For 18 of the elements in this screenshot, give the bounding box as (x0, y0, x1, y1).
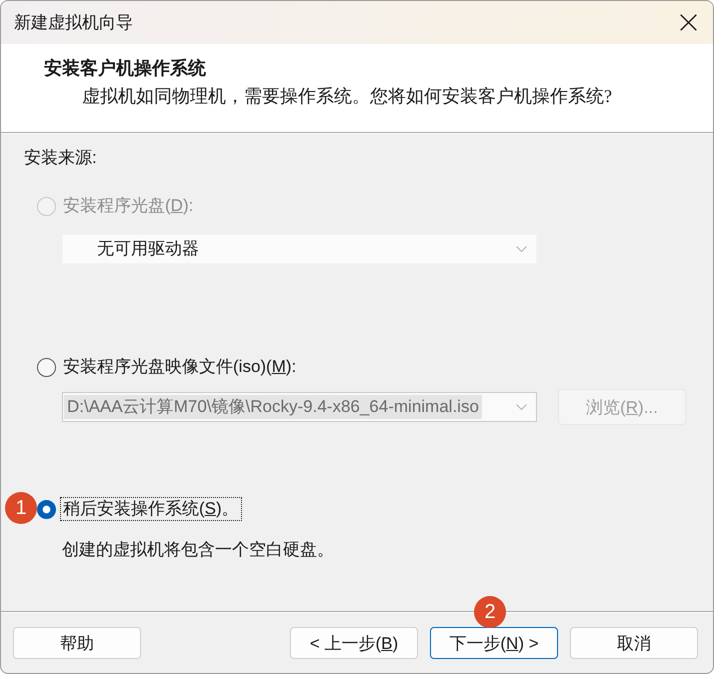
option-description: 创建的虚拟机将包含一个空白硬盘。 (62, 539, 335, 561)
radio-label[interactable]: 稍后安装操作系统(S)。 (60, 497, 242, 521)
section-label: 安装来源: (24, 147, 98, 169)
radio-button[interactable] (37, 500, 56, 518)
radio-button[interactable] (37, 358, 56, 376)
chevron-down-icon (516, 404, 527, 410)
chevron-down-icon (516, 246, 527, 252)
radio-label[interactable]: 安装程序光盘映像文件(iso)(M): (60, 355, 300, 379)
header-title: 安装客户机操作系统 (44, 57, 207, 79)
step-badge: 2 (474, 596, 506, 628)
step-badge: 1 (5, 492, 37, 524)
window-title: 新建虚拟机向导 (14, 12, 133, 34)
dialog-button[interactable]: < 上一步(B) (290, 627, 418, 659)
close-icon (680, 14, 696, 31)
dialog-button[interactable]: 下一步(N) > (430, 627, 558, 659)
dialog-button[interactable]: 帮助 (13, 627, 141, 659)
dialog-button[interactable]: 取消 (570, 627, 698, 659)
header-subtitle: 虚拟机如同物理机，需要操作系统。您将如何安装客户机操作系统? (82, 85, 613, 107)
